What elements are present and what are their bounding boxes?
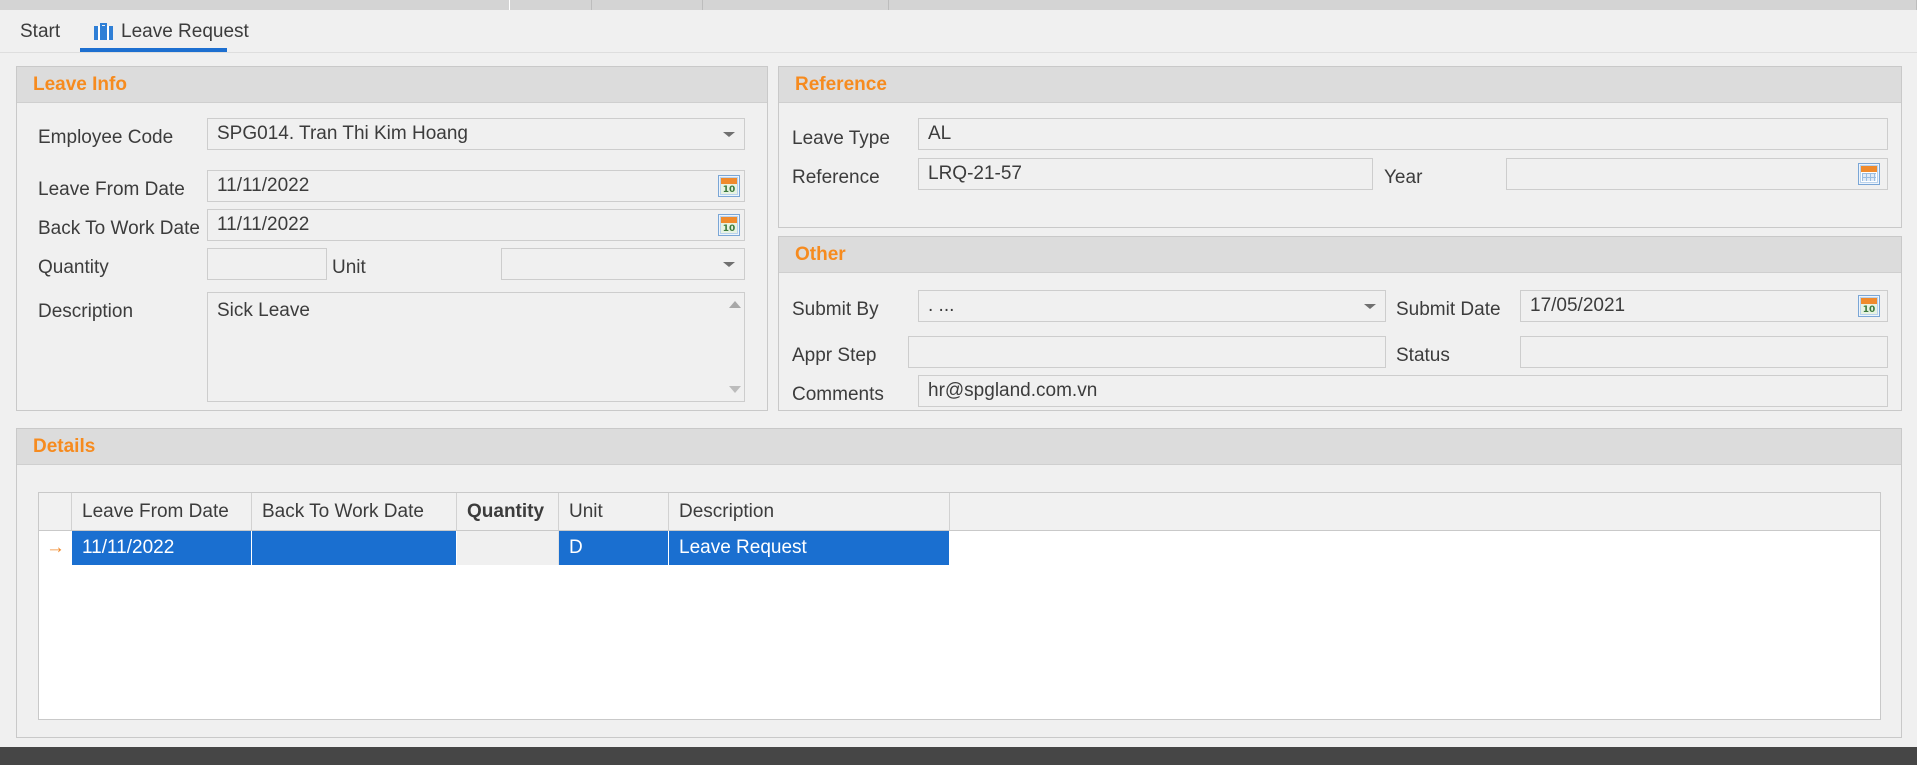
row-indicator-header [39,493,72,530]
cell-quantity[interactable] [457,531,559,565]
row-indicator: → [39,531,72,565]
employee-code-label: Employee Code [38,127,174,148]
cell-unit[interactable]: D [559,531,669,565]
back-to-work-date-input[interactable]: 11/11/2022 [207,209,745,241]
tab-active-indicator [80,48,227,52]
leave-type-input[interactable]: AL [918,118,1888,150]
appr-step-input[interactable] [908,336,1386,368]
calendar-day-number: 10 [1861,304,1877,315]
comments-label: Comments [792,384,884,405]
calendar-day-number: 10 [721,184,737,195]
column-header-unit[interactable]: Unit [559,493,669,530]
quantity-label: Quantity [38,257,109,278]
cell-back-to-work-date[interactable] [252,531,457,565]
status-label: Status [1396,345,1450,366]
details-title: Details [17,429,1901,465]
unit-label: Unit [332,257,366,278]
tab-start[interactable]: Start [6,10,74,52]
submit-date-label: Submit Date [1396,299,1501,320]
tab-bar: Start Leave Request [0,10,1917,53]
column-header-back-to-work-date[interactable]: Back To Work Date [252,493,457,530]
status-bar [0,747,1917,765]
quantity-input[interactable] [207,248,327,280]
tab-leave-request[interactable]: Leave Request [80,10,263,52]
submit-date-input[interactable]: 17/05/2021 [1520,290,1888,322]
details-grid-body: → 11/11/2022 D Leave Request [39,531,1880,565]
cell-leave-from-date[interactable]: 11/11/2022 [72,531,252,565]
reference-no-label: Reference [792,167,880,188]
description-value: Sick Leave [217,300,310,321]
year-label: Year [1384,167,1423,188]
scroll-down-icon[interactable] [728,386,741,393]
column-header-quantity[interactable]: Quantity [457,493,559,530]
leave-from-date-input[interactable]: 11/11/2022 [207,170,745,202]
leave-type-label: Leave Type [792,128,890,149]
back-to-work-date-label: Back To Work Date [38,218,200,239]
leave-from-date-label: Leave From Date [38,179,185,200]
submit-by-label: Submit By [792,299,879,320]
year-input[interactable] [1506,158,1888,190]
submit-by-dropdown-arrow[interactable] [918,290,1386,322]
description-textarea[interactable]: Sick Leave [207,292,745,402]
ribbon-segment [703,0,889,10]
reference-no-input[interactable]: LRQ-21-57 [918,158,1373,190]
ribbon-segment [592,0,703,10]
appr-step-label: Appr Step [792,345,877,366]
description-label: Description [38,301,134,322]
tab-leave-request-label: Leave Request [121,20,249,42]
briefcase-icon [94,22,113,40]
cell-filler [950,531,1880,565]
leave-from-date-calendar-icon[interactable]: 10 [718,175,740,197]
unit-dropdown-arrow[interactable] [501,248,745,280]
ribbon-segment [0,0,510,10]
column-header-filler [950,493,1880,530]
ribbon-segment [510,0,592,10]
status-input[interactable] [1520,336,1888,368]
other-title: Other [779,237,1901,273]
column-header-description[interactable]: Description [669,493,950,530]
submit-date-calendar-icon[interactable]: 10 [1858,295,1880,317]
table-row[interactable]: → 11/11/2022 D Leave Request [39,531,1880,565]
back-to-work-date-calendar-icon[interactable]: 10 [718,214,740,236]
scroll-up-icon[interactable] [728,301,741,308]
column-header-leave-from-date[interactable]: Leave From Date [72,493,252,530]
tab-start-label: Start [20,20,61,42]
details-grid[interactable]: Leave From Date Back To Work Date Quanti… [38,492,1881,720]
year-calendar-grid-icon[interactable] [1858,163,1880,185]
reference-title: Reference [779,67,1901,103]
description-scrollbar[interactable] [725,293,744,401]
employee-code-dropdown-arrow[interactable] [207,118,745,150]
details-grid-header: Leave From Date Back To Work Date Quanti… [39,493,1880,531]
cell-description[interactable]: Leave Request [669,531,950,565]
calendar-day-number: 10 [721,223,737,234]
ribbon-segment [889,0,1917,10]
comments-input[interactable]: hr@spgland.com.vn [918,375,1888,407]
leave-info-title: Leave Info [17,67,767,103]
